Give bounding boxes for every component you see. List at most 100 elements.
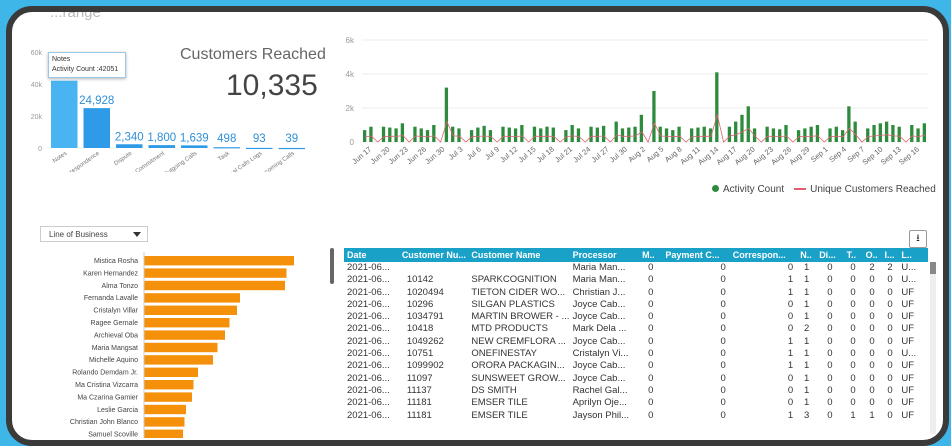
table-cell: ORORA PACKAGIN... xyxy=(471,360,565,372)
table-cell: 1049262 xyxy=(406,335,444,347)
table-row[interactable]: 2021-06... 11181 EMSER TILE Jayson Phil... 0… xyxy=(344,410,928,422)
table-row[interactable]: 2021-06... Maria Man... 0 0 0 1 0 0 2 2 U... xyxy=(344,262,928,274)
column-header[interactable]: Correspon... xyxy=(729,248,798,262)
x-tick-label: Sep 1 xyxy=(809,145,830,164)
processor-bar xyxy=(144,404,186,415)
table-cell: 1 xyxy=(804,311,810,323)
table-cell: 10751 xyxy=(406,348,434,360)
table-row[interactable]: 2021-06... 10418 MTD PRODUCTS Mark Dela ...… xyxy=(344,323,928,335)
table-cell: 0 xyxy=(648,323,654,335)
table-cell: 0 xyxy=(869,323,875,335)
table-cell: Maria Man... xyxy=(572,262,626,273)
table-row[interactable]: 2021-06... 10142 SPARKCOGNITION Maria Man..… xyxy=(344,274,928,286)
table-cell: 1 xyxy=(850,409,856,421)
table-cell: Joyce Cab... xyxy=(572,372,626,384)
customers-reached-title: Customers Reached xyxy=(180,46,326,63)
table-cell: 0 xyxy=(827,409,833,421)
table-header-row: Date Customer Nu... Customer Name Processor… xyxy=(344,248,928,262)
column-header[interactable]: L.. xyxy=(898,248,928,262)
table-cell: UF xyxy=(901,323,915,335)
table-cell: 0 xyxy=(827,298,833,310)
column-header[interactable]: Customer Name xyxy=(468,248,570,262)
table-cell: EMSER TILE xyxy=(471,409,528,421)
table-cell: 0 xyxy=(648,262,654,273)
activity-bar xyxy=(476,127,480,142)
processor-bar xyxy=(144,417,185,427)
processor-label: Mistica Rosha xyxy=(94,258,138,265)
chart-scrollbar[interactable] xyxy=(330,248,334,284)
column-header[interactable]: Processor xyxy=(569,248,640,262)
table-cell: 2021-06... xyxy=(347,298,390,310)
table-row[interactable]: 2021-06... 11181 EMSER TILE Aprilyn Oje... 0… xyxy=(344,397,928,409)
table-row[interactable]: 2021-06... 11137 DS SMITH Rachel Gal... 0 0 0 1… xyxy=(344,385,928,397)
download-icon: ⭳ xyxy=(916,233,920,244)
column-header[interactable]: T.. xyxy=(843,248,863,262)
table-cell: 0 xyxy=(869,286,875,298)
x-tick-label: Jun 30 xyxy=(423,145,446,166)
table-cell: 0 xyxy=(887,372,893,384)
table-cell: 0 xyxy=(869,298,875,310)
table-cell: TIETON CIDER WO... xyxy=(471,286,566,298)
bar-value-label: 2,340 xyxy=(115,131,144,143)
table-cell: Christian J... xyxy=(572,286,626,298)
table-row[interactable]: 2021-06... 10296 SILGAN PLASTICS Joyce Cab.… xyxy=(344,299,928,311)
table-cell: 1 xyxy=(804,360,810,372)
table-cell: Maria Man... xyxy=(572,274,626,286)
table-row[interactable]: 2021-06... 1049262 NEW CREMFLORA ... Joyce … xyxy=(344,336,928,348)
processor-label: Michelle Aquino xyxy=(89,357,138,364)
table-row[interactable]: 2021-06... 1099902 ORORA PACKAGIN... Joyce … xyxy=(344,360,928,372)
table-cell: 0 xyxy=(720,348,726,360)
column-header[interactable]: M.. xyxy=(639,248,663,262)
column-header[interactable]: O.. xyxy=(862,248,882,262)
table-row[interactable]: 2021-06... 1034791 MARTIN BROWER - ... Joyc… xyxy=(344,311,928,323)
activity-bar xyxy=(884,121,889,142)
table-cell: DS SMITH xyxy=(471,384,517,396)
processor-label: Ragee Gernale xyxy=(91,320,139,327)
column-header[interactable]: N.. xyxy=(797,248,817,262)
legend-unique-customers[interactable]: Unique Customers Reached xyxy=(794,184,936,195)
table-cell: 0 xyxy=(787,397,794,409)
table-cell: 1 xyxy=(804,286,810,298)
table-cell: 1 xyxy=(787,348,794,360)
column-header[interactable]: Di... xyxy=(816,248,844,262)
column-header[interactable]: I... xyxy=(881,248,899,262)
table-cell xyxy=(399,262,469,274)
table-cell: 1 xyxy=(787,409,794,421)
column-header[interactable]: Date xyxy=(344,248,399,262)
column-header[interactable]: Payment C... xyxy=(662,248,730,262)
table-cell: 1 xyxy=(804,335,810,347)
table-body: 2021-06... Maria Man... 0 0 0 1 0 0 2 2 U... 2021-0… xyxy=(344,262,928,422)
x-tick-label: Jul 24 xyxy=(571,145,592,165)
table-row[interactable]: 2021-06... 11097 SUNSWEET GROW... Joyce Cab… xyxy=(344,373,928,385)
table-row[interactable]: 2021-06... 1020494 TIETON CIDER WO... Chris… xyxy=(344,287,928,299)
activity-bar xyxy=(866,128,870,142)
processor-bar xyxy=(144,392,192,402)
activity-bar xyxy=(482,125,486,142)
table-cell: 2021-06... xyxy=(347,262,390,273)
table-cell: 0 xyxy=(648,372,654,384)
table-cell: 2021-06... xyxy=(347,409,390,421)
activity-bar xyxy=(425,130,430,142)
download-button[interactable]: ⭳ xyxy=(909,230,927,248)
dashboard-frame: ...range 0 20k 40k 60k Notes 24,928 Correspond… xyxy=(6,6,949,446)
legend-activity-count[interactable]: Activity Count xyxy=(712,184,784,195)
processor-label: Ma Czarina Gamier xyxy=(77,394,138,401)
table-cell: 2021-06... xyxy=(347,360,390,372)
table-cell: 0 xyxy=(720,286,726,298)
table-cell: 0 xyxy=(850,384,856,396)
table-cell: 2 xyxy=(887,262,893,273)
table-scrollbar[interactable] xyxy=(930,262,936,434)
table-cell: 2021-06... xyxy=(347,335,390,347)
activity-bar xyxy=(815,125,820,142)
x-tick-label: Jul 6 xyxy=(465,145,483,162)
table-cell: 0 xyxy=(720,397,726,409)
chart-tooltip: Notes Activity Count :42051 xyxy=(48,52,126,78)
table-cell: Mark Dela ... xyxy=(572,323,627,335)
processor-bar xyxy=(144,280,285,291)
processor-bar xyxy=(144,268,287,278)
line-of-business-dropdown[interactable]: Line of Business xyxy=(40,226,148,242)
table-row[interactable]: 2021-06... 10751 ONEFINESTAY Cristalyn Vi..… xyxy=(344,348,928,360)
scrollbar-thumb[interactable] xyxy=(930,262,936,274)
table-cell: 1 xyxy=(804,397,810,409)
column-header[interactable]: Customer Nu... xyxy=(398,248,469,262)
